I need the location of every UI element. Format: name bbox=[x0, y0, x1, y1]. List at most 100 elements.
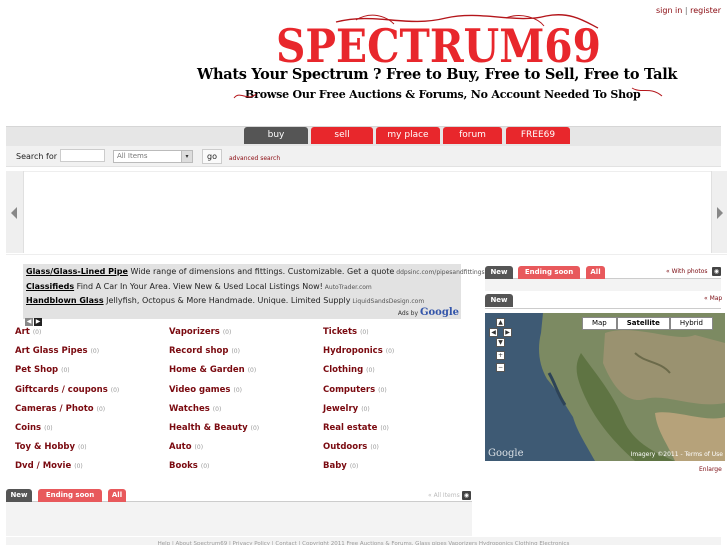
tab-all-right[interactable]: All bbox=[586, 266, 605, 279]
pan-up-icon[interactable]: ▲ bbox=[496, 318, 505, 327]
category-name: Dvd / Movie bbox=[15, 461, 72, 471]
ad-title[interactable]: Glass/Glass-Lined Pipe bbox=[26, 267, 128, 276]
category-name: Toy & Hobby bbox=[15, 442, 76, 452]
ad-title[interactable]: Classifieds bbox=[26, 282, 74, 291]
search-go-button[interactable]: go bbox=[202, 149, 222, 164]
tab-ending-soon[interactable]: Ending soon bbox=[38, 489, 102, 502]
category-link-coins[interactable]: Coins (0) bbox=[15, 423, 53, 433]
zoom-in-icon[interactable]: + bbox=[496, 351, 505, 360]
category-link-health-beauty[interactable]: Health & Beauty (0) bbox=[169, 423, 259, 433]
category-link-pet-shop[interactable]: Pet Shop (0) bbox=[15, 365, 70, 375]
category-select[interactable]: All Items ▾ bbox=[113, 150, 193, 163]
ad-title[interactable]: Handblown Glass bbox=[26, 296, 104, 305]
ads-by-google[interactable]: Ads by Google bbox=[398, 307, 459, 318]
category-name: Computers bbox=[323, 385, 376, 395]
category-name: Giftcards / coupons bbox=[15, 385, 108, 395]
category-link-home-garden[interactable]: Home & Garden (0) bbox=[169, 365, 256, 375]
category-count: (0) bbox=[231, 348, 240, 355]
map-type-map[interactable]: Map bbox=[581, 317, 617, 330]
ad-next-icon[interactable]: ▶ bbox=[34, 318, 42, 326]
ad-pager: ◀ ▶ bbox=[25, 308, 43, 327]
map-tabs-bar bbox=[485, 293, 721, 309]
category-name: Auto bbox=[169, 442, 192, 452]
spectrum69-logo[interactable]: SPECTRUM69 bbox=[276, 14, 608, 70]
category-link-watches[interactable]: Watches (0) bbox=[169, 404, 221, 414]
carousel-prev-button[interactable] bbox=[6, 171, 24, 253]
category-link-toy-hobby[interactable]: Toy & Hobby (0) bbox=[15, 442, 87, 452]
category-link-clothing[interactable]: Clothing (0) bbox=[323, 365, 375, 375]
tab-new-listings[interactable]: New bbox=[6, 489, 32, 502]
category-link-jewelry[interactable]: Jewelry (0) bbox=[323, 404, 370, 414]
category-link-dvd-movie[interactable]: Dvd / Movie (0) bbox=[15, 461, 83, 471]
tab-forum[interactable]: forum bbox=[443, 127, 502, 144]
category-count: (0) bbox=[78, 444, 87, 451]
footer-links[interactable]: Help | About Spectrum69 | Privacy Policy… bbox=[6, 537, 721, 545]
map-type-satellite[interactable]: Satellite bbox=[616, 317, 670, 330]
category-link-real-estate[interactable]: Real estate (0) bbox=[323, 423, 389, 433]
category-name: Home & Garden bbox=[169, 365, 245, 375]
all-items-link[interactable]: « All Items bbox=[428, 492, 460, 499]
category-link-cameras-photo[interactable]: Cameras / Photo (0) bbox=[15, 404, 105, 414]
category-link-art-glass-pipes[interactable]: Art Glass Pipes (0) bbox=[15, 346, 99, 356]
search-label: Search for : bbox=[16, 152, 63, 161]
map-copyright[interactable]: Imagery ©2011 - Terms of Use bbox=[631, 451, 723, 458]
ads-by-label: Ads by bbox=[397, 310, 419, 317]
pan-left-icon[interactable]: ◀ bbox=[489, 328, 498, 337]
category-link-video-games[interactable]: Video games (0) bbox=[169, 385, 242, 395]
category-link-art[interactable]: Art (0) bbox=[15, 327, 41, 337]
category-count: (0) bbox=[61, 367, 70, 374]
tab-ending-soon-right[interactable]: Ending soon bbox=[518, 266, 580, 279]
satellite-map[interactable]: Map Satellite Hybrid ▲ ◀ ▶ ▼ + − Google Im… bbox=[485, 313, 725, 461]
category-count: (0) bbox=[32, 329, 42, 336]
account-links-separator: | bbox=[684, 6, 688, 15]
ad-url[interactable]: LiquidSandsDesign.com bbox=[351, 298, 424, 305]
pan-down-icon[interactable]: ▼ bbox=[496, 338, 505, 347]
map-link[interactable]: « Map bbox=[704, 295, 722, 302]
google-map-logo[interactable]: Google bbox=[488, 448, 524, 459]
category-link-books[interactable]: Books (0) bbox=[169, 461, 209, 471]
search-input[interactable] bbox=[60, 149, 105, 162]
zoom-out-icon[interactable]: − bbox=[496, 363, 505, 372]
category-link-tickets[interactable]: Tickets (0) bbox=[323, 327, 369, 337]
map-imagery bbox=[485, 313, 725, 461]
rss-icon[interactable]: ◉ bbox=[462, 491, 471, 500]
enlarge-map-link[interactable]: Enlarge bbox=[699, 466, 722, 473]
advanced-search-link[interactable]: advanced search bbox=[229, 155, 280, 162]
category-count: (0) bbox=[194, 444, 204, 451]
ad-item[interactable]: Handblown Glass Jellyfish, Octopus & Mor… bbox=[26, 296, 424, 305]
ad-url[interactable]: ddpsinc.com/pipesandfittings bbox=[394, 269, 484, 276]
tab-new-right[interactable]: New bbox=[485, 266, 513, 279]
with-photos-link[interactable]: « With photos bbox=[666, 268, 708, 275]
map-type-hybrid[interactable]: Hybrid bbox=[669, 317, 713, 330]
tab-buy[interactable]: buy bbox=[244, 127, 308, 144]
category-link-giftcards-coupons[interactable]: Giftcards / coupons (0) bbox=[15, 385, 119, 395]
pan-right-icon[interactable]: ▶ bbox=[503, 328, 512, 337]
category-count: (0) bbox=[360, 329, 369, 336]
category-link-outdoors[interactable]: Outdoors (0) bbox=[323, 442, 379, 452]
category-link-vaporizers[interactable]: Vaporizers (0) bbox=[169, 327, 231, 337]
category-link-record-shop[interactable]: Record shop (0) bbox=[169, 346, 240, 356]
rss-icon[interactable]: ◉ bbox=[712, 267, 721, 276]
tab-sell[interactable]: sell bbox=[311, 127, 373, 144]
category-count: (0) bbox=[110, 387, 120, 394]
category-link-computers[interactable]: Computers (0) bbox=[323, 385, 387, 395]
tab-free69[interactable]: FREE69 bbox=[506, 127, 570, 144]
ad-text: Find A Car In Your Area. View New & Used… bbox=[74, 282, 323, 291]
ad-prev-icon[interactable]: ◀ bbox=[25, 318, 33, 326]
ad-url[interactable]: AutoTrader.com bbox=[323, 284, 372, 291]
category-select-value: All Items bbox=[117, 152, 148, 160]
tab-my-place[interactable]: my place bbox=[376, 127, 440, 144]
category-link-baby[interactable]: Baby (0) bbox=[323, 461, 358, 471]
sign-in-link[interactable]: sign in bbox=[656, 6, 682, 15]
category-count: (0) bbox=[385, 348, 395, 355]
ad-item[interactable]: Glass/Glass-Lined Pipe Wide range of dim… bbox=[26, 267, 485, 276]
category-link-hydroponics[interactable]: Hydroponics (0) bbox=[323, 346, 394, 356]
tab-all-listings[interactable]: All bbox=[108, 489, 126, 502]
ad-item[interactable]: Classifieds Find A Car In Your Area. Vie… bbox=[26, 282, 372, 291]
arrow-left-icon bbox=[11, 207, 17, 219]
category-link-auto[interactable]: Auto (0) bbox=[169, 442, 203, 452]
category-count: (0) bbox=[44, 425, 53, 432]
register-link[interactable]: register bbox=[690, 6, 721, 15]
tab-map-new[interactable]: New bbox=[485, 294, 513, 307]
carousel-next-button[interactable] bbox=[711, 171, 727, 253]
